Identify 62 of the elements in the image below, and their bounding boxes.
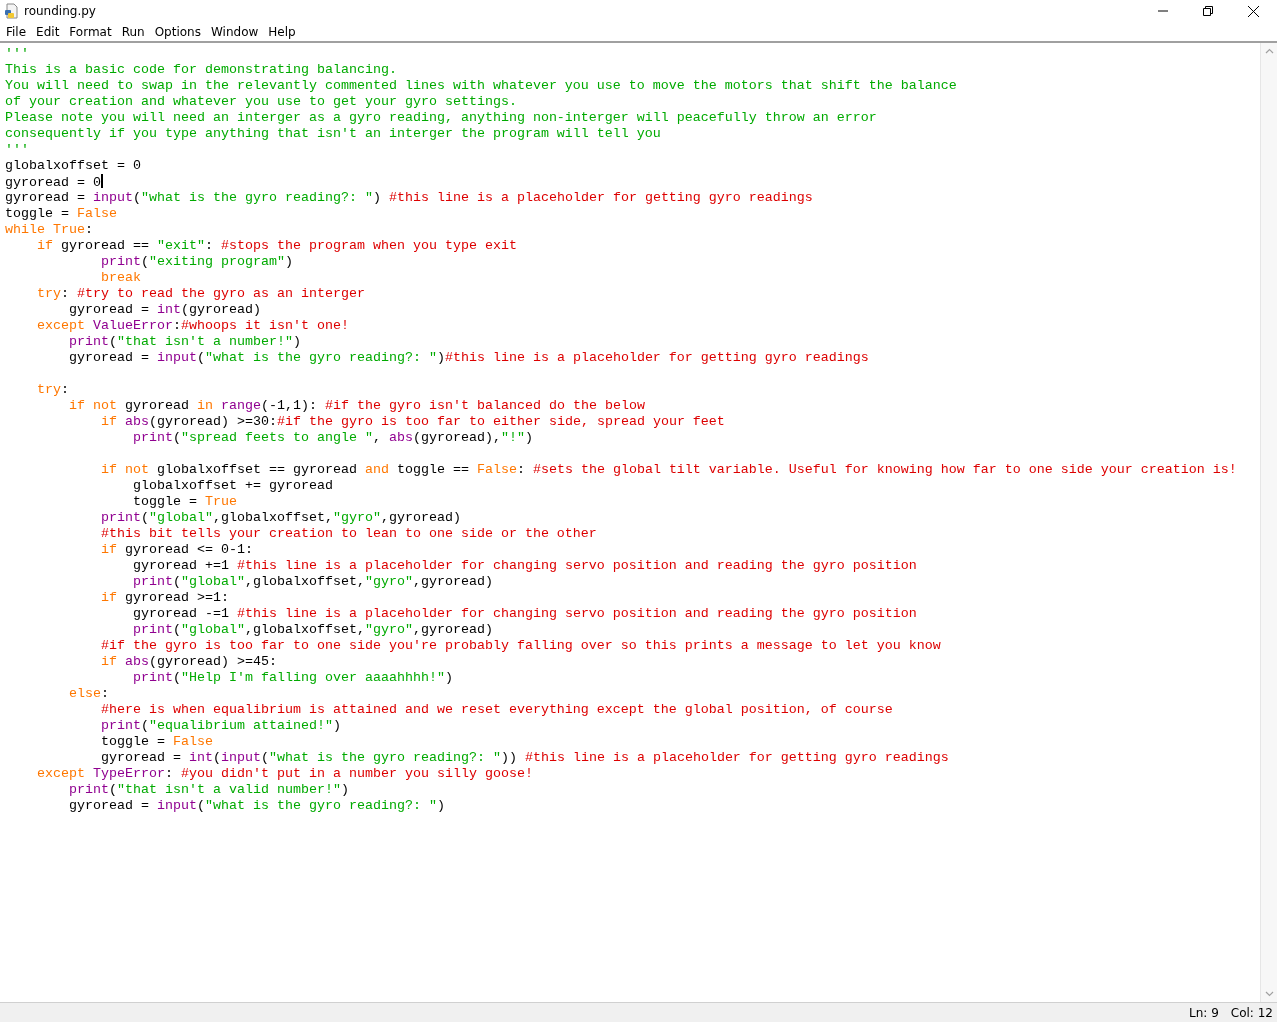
menu-item[interactable]: Window — [206, 24, 265, 39]
window-title: rounding.py — [24, 4, 96, 18]
code-line: Please note you will need an interger as a gyro reading, anything non-interger will peacefully throw an error — [5, 110, 878, 126]
code-line: ''' — [5, 46, 30, 62]
code-line: This is a basic code for demonstrating balancing. — [5, 62, 398, 78]
code-line: print("that isn't a number!") — [68, 334, 302, 350]
code-line: print("global",globalxoffset,"gyro",gyroread) — [131, 622, 494, 638]
code-line: if gyroread == "exit": #stops the program when you type exit — [36, 238, 518, 254]
code-line: print("global",globalxoffset,"gyro",gyroread) — [131, 574, 494, 590]
code-line: print("global",globalxoffset,"gyro",gyroread) — [99, 510, 462, 526]
code-line: toggle = False — [5, 206, 118, 222]
code-line: else: — [68, 686, 110, 702]
code-line: print("equalibrium attained!") — [99, 718, 342, 734]
code-line: print("that isn't a valid number!") — [68, 782, 350, 798]
menu-item[interactable]: Edit — [32, 24, 66, 39]
scroll-down-icon[interactable] — [1264, 991, 1274, 997]
code-line: break — [99, 270, 142, 286]
code-line: if abs(gyroread) >=45: — [99, 654, 278, 670]
code-line: gyroread = int(input("what is the gyro reading?: ")) #this line is a placeholder for getting gyro readings — [99, 750, 950, 766]
code-line: globalxoffset = 0 — [5, 158, 142, 174]
code-line: globalxoffset += gyroread — [131, 478, 334, 494]
code-line: print("exiting program") — [99, 254, 294, 270]
menu-item[interactable]: File — [2, 24, 33, 39]
code-line: gyroread = input("what is the gyro reading?: ") #this line is a placeholder for getting gyro readings — [5, 190, 814, 206]
code-line: toggle = False — [99, 734, 214, 750]
menu-item[interactable]: Format — [65, 24, 118, 39]
code-line: if gyroread >=1: — [99, 590, 230, 606]
code-line: print("Help I'm falling over aaaahhhh!") — [131, 670, 454, 686]
code-line: except TypeError: #you didn't put in a number you silly goose! — [36, 766, 534, 782]
menu-item[interactable]: Help — [264, 24, 302, 39]
close-icon[interactable] — [1248, 5, 1259, 17]
restore-icon[interactable] — [1203, 6, 1213, 16]
code-line: #this bit tells your creation to lean to one side or the other — [99, 526, 598, 542]
code-line: toggle = True — [131, 494, 238, 510]
code-line: gyroread = input("what is the gyro reading?: ") — [68, 798, 446, 814]
code-line: consequently if you type anything that isn't an interger the program will tell you — [5, 126, 662, 142]
code-line: #if the gyro is too far to one side you're probably falling over so this prints a message to let you know — [99, 638, 942, 654]
code-line: try: — [36, 382, 70, 398]
menu-item[interactable]: Run — [117, 24, 151, 39]
code-line: except ValueError:#whoops it isn't one! — [36, 318, 350, 334]
code-line: if abs(gyroread) >=30:#if the gyro is too far to either side, spread your feet — [99, 414, 726, 430]
code-line: gyroread -=1 #this line is a placeholder for changing servo position and reading the gyro position — [131, 606, 918, 622]
code-line: ''' — [5, 142, 30, 158]
menu-item[interactable]: Options — [150, 24, 207, 39]
code-line: while True: — [5, 222, 94, 238]
python-file-icon — [4, 3, 20, 19]
line-number: Ln: 9 — [1189, 1005, 1219, 1020]
code-line: gyroread = int(gyroread) — [68, 302, 262, 318]
code-line: of your creation and whatever you use to get your gyro settings. — [5, 94, 518, 110]
vertical-scrollbar[interactable] — [1260, 43, 1277, 1002]
code-line: try: #try to read the gyro as an interger — [36, 286, 366, 302]
code-line: #here is when equalibrium is attained and we reset everything except the global position, of course — [99, 702, 894, 718]
column-number: Col: 12 — [1230, 1005, 1273, 1020]
code-line: gyroread = input("what is the gyro reading?: ")#this line is a placeholder for getting gyro readings — [68, 350, 870, 366]
code-line: gyroread +=1 #this line is a placeholder for changing servo position and reading the gyro position — [131, 558, 918, 574]
code-line: print("spread feets to angle ", abs(gyroread),"!") — [131, 430, 534, 446]
code-line: gyroread = 0 — [5, 174, 104, 190]
code-line: if not gyroread in range(-1,1): #if the gyro isn't balanced do the below — [68, 398, 646, 414]
code-line: if gyroread <= 0-1: — [99, 542, 254, 558]
code-line: if not globalxoffset == gyroread and toggle == False: #sets the global tilt variable. Useful for knowing how far to one side your creation is! — [99, 462, 1238, 478]
code-line: You will need to swap in the relevantly commented lines with whatever you use to move the motors that shift the balance — [5, 78, 958, 94]
scroll-up-icon[interactable] — [1264, 48, 1274, 54]
